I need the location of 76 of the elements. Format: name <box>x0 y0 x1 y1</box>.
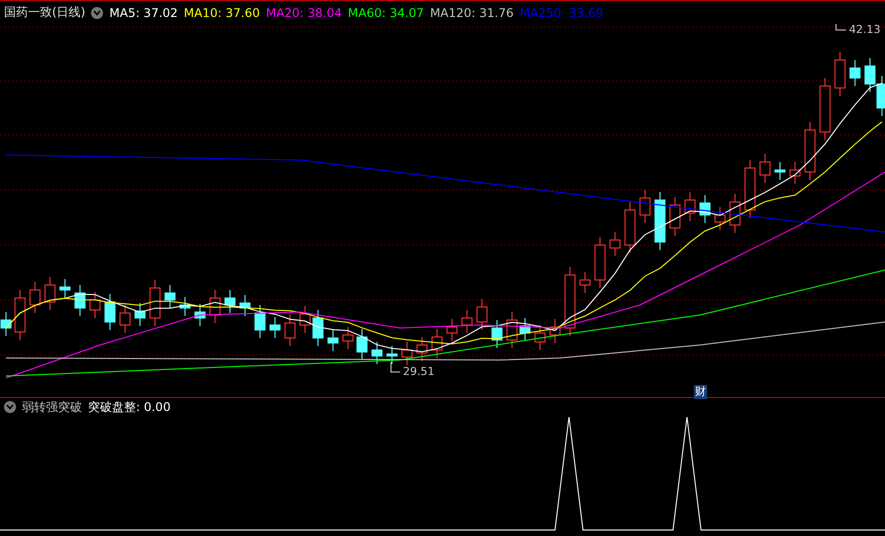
candlestick <box>254 304 266 338</box>
candlestick <box>194 304 206 326</box>
candlestick <box>328 330 338 352</box>
candlestick <box>0 312 12 336</box>
candlestick <box>670 196 680 236</box>
leader-line <box>836 24 846 30</box>
candlestick <box>876 76 885 116</box>
candlestick <box>580 272 590 294</box>
candlestick <box>270 316 280 338</box>
candlestick <box>402 342 412 366</box>
candlestick <box>210 290 220 324</box>
candlestick <box>462 310 472 334</box>
candlestick <box>14 290 26 340</box>
candlestick <box>300 306 310 334</box>
candlestick <box>60 278 70 298</box>
candlestick <box>44 276 56 310</box>
moving-average-label: MA250: 33.69 <box>520 6 604 20</box>
candlestick <box>342 326 354 350</box>
candlestick <box>104 294 116 330</box>
candlestick <box>492 320 502 348</box>
candlestick <box>744 160 756 218</box>
stock-title: 国药一致(日线) <box>4 4 86 21</box>
candlestick <box>416 336 428 362</box>
leader-line <box>390 362 400 372</box>
candlestick <box>150 280 160 326</box>
candlestick <box>74 284 86 316</box>
candlestick <box>224 290 236 314</box>
candlestick <box>760 154 770 184</box>
candlestick <box>386 346 398 364</box>
candlestick <box>820 78 830 140</box>
candlestick <box>550 318 560 344</box>
candlestick <box>564 266 576 336</box>
candlestick <box>714 206 726 230</box>
candlestick <box>356 328 368 360</box>
candlestick <box>804 122 816 180</box>
moving-average-label: MA5: 37.02 <box>109 6 178 20</box>
candlestick <box>520 318 530 342</box>
candlestick <box>850 60 860 86</box>
candlestick <box>700 194 710 224</box>
candlestick <box>610 232 620 256</box>
moving-average-label: MA20: 38.04 <box>266 6 342 20</box>
candlestick <box>534 324 546 350</box>
candlestick <box>684 192 696 222</box>
candlestick <box>164 284 176 308</box>
candlestick <box>834 52 846 96</box>
candlestick <box>730 194 740 234</box>
dropdown-icon[interactable] <box>91 6 104 18</box>
candlestick <box>594 236 606 288</box>
candlestick <box>864 58 876 92</box>
candlestick <box>312 310 324 346</box>
candlestick <box>640 190 650 224</box>
candlestick <box>774 162 786 180</box>
dropdown-icon[interactable] <box>4 401 16 413</box>
finance-badge[interactable]: 财 <box>694 385 707 399</box>
candlestick <box>90 292 100 318</box>
indicator-name: 弱转强突破 <box>22 398 82 416</box>
moving-average-label: MA60: 34.07 <box>348 6 424 20</box>
candlestick <box>432 328 442 358</box>
moving-average-label: MA10: 37.60 <box>184 6 260 20</box>
candlestick <box>624 202 636 254</box>
candlestick <box>654 192 666 250</box>
candlestick <box>476 298 488 330</box>
candlestick <box>284 314 296 346</box>
low-price-label: 29.51 <box>403 365 434 378</box>
candlestick <box>30 282 40 314</box>
candlestick <box>134 302 146 326</box>
candlestick <box>506 312 518 348</box>
indicator-reading: 突破盘整: 0.00 <box>88 398 171 416</box>
candlestick <box>372 342 382 364</box>
high-price-label: 42.13 <box>849 23 880 36</box>
candlestick <box>120 304 130 334</box>
candlestick <box>790 162 800 184</box>
candlestick <box>240 294 250 316</box>
candlestick <box>180 296 190 316</box>
candlestick <box>446 318 458 342</box>
moving-average-label: MA120: 31.76 <box>430 6 514 20</box>
